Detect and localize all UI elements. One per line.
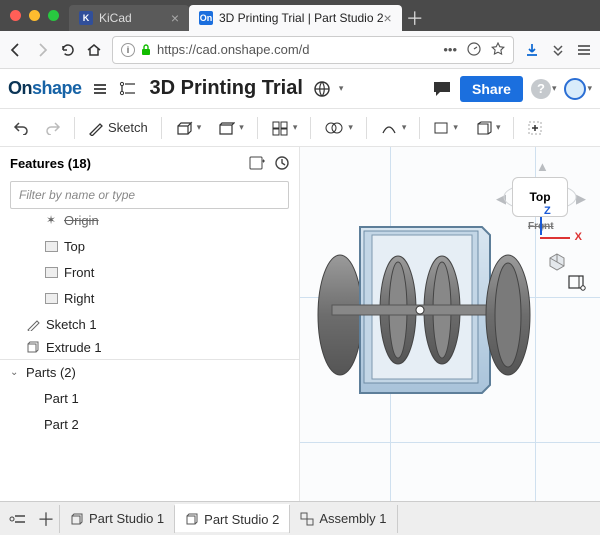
transform-button[interactable]: ▾ <box>375 117 412 139</box>
globe-icon[interactable] <box>313 80 331 98</box>
bookmark-star-icon[interactable] <box>491 42 505 57</box>
extrude-icon <box>26 340 40 354</box>
surface-button[interactable]: ▾ <box>469 117 506 139</box>
feature-toolbar: Sketch ▾ ▾ ▾ ▾ ▾ ▾ ▾ <box>0 109 600 147</box>
tab-assembly-1[interactable]: Assembly 1 <box>289 505 397 533</box>
reload-button[interactable] <box>60 42 76 58</box>
share-button[interactable]: Share <box>460 76 523 102</box>
tab-part-studio-1[interactable]: Part Studio 1 <box>59 505 175 533</box>
comments-icon[interactable] <box>432 79 452 99</box>
chevron-down-icon[interactable]: ⌄ <box>10 367 18 378</box>
tab-label: 3D Printing Trial | Part Studio 2 <box>219 11 384 25</box>
features-header: Features (18) <box>0 147 299 179</box>
lock-icon <box>141 44 151 56</box>
tab-close-icon[interactable]: × <box>384 10 392 26</box>
parts-header[interactable]: ⌄ Parts (2) <box>0 359 299 385</box>
home-button[interactable] <box>86 42 102 58</box>
fillet-button[interactable]: ▾ <box>266 117 303 139</box>
add-custom-button[interactable] <box>522 117 548 139</box>
tree-toggle-icon[interactable] <box>118 79 138 99</box>
section-view-icon[interactable] <box>568 275 586 291</box>
tab-part-studio-2[interactable]: Part Studio 2 <box>174 504 290 532</box>
view-cube-face[interactable]: Top <box>512 177 568 217</box>
tab-bar: ＋ Part Studio 1 Part Studio 2 Assembly 1 <box>0 501 600 535</box>
browser-toolbar: i https://cad.onshape.com/d ••• <box>0 31 600 69</box>
document-menu-icon[interactable] <box>90 79 110 99</box>
chevron-down-icon[interactable]: ▾ <box>339 83 344 94</box>
plane-icon <box>44 239 58 253</box>
tab-manager-icon[interactable] <box>4 505 32 533</box>
workspace: Features (18) Filter by name or type ✶ O… <box>0 147 600 501</box>
window-close-button[interactable] <box>10 10 21 21</box>
browser-tab-strip: K KiCad × On 3D Printing Trial | Part St… <box>0 0 600 31</box>
tree-item-part[interactable]: Part 2 <box>0 411 299 437</box>
view-cube[interactable]: ▲ ◀ ▶ ▼ Top Z Front X <box>492 159 588 279</box>
plane-icon <box>44 291 58 305</box>
add-tab-button[interactable]: ＋ <box>32 505 60 533</box>
extrude-button[interactable]: ▾ <box>170 117 207 139</box>
reader-icon[interactable] <box>467 42 481 57</box>
url-text: https://cad.onshape.com/d <box>157 42 309 57</box>
user-avatar[interactable] <box>564 78 586 100</box>
address-bar[interactable]: i https://cad.onshape.com/d ••• <box>112 36 514 64</box>
add-feature-icon[interactable] <box>249 156 265 170</box>
chevron-down-icon[interactable]: ▾ <box>587 83 592 94</box>
tree-item-sketch1[interactable]: Sketch 1 <box>0 311 299 337</box>
onshape-logo[interactable]: Onshape <box>8 78 82 99</box>
boolean-button[interactable]: ▾ <box>319 117 358 139</box>
site-info-icon[interactable]: i <box>121 43 135 57</box>
tree-item-front[interactable]: Front <box>0 259 299 285</box>
tree-item-right[interactable]: Right <box>0 285 299 311</box>
origin-icon: ✶ <box>44 215 58 227</box>
filter-input[interactable]: Filter by name or type <box>10 181 289 209</box>
tab-close-icon[interactable]: × <box>171 10 179 26</box>
window-minimize-button[interactable] <box>29 10 40 21</box>
sketch-icon <box>26 317 40 331</box>
new-tab-button[interactable]: ＋ <box>402 5 428 31</box>
tab-label: KiCad <box>99 11 132 25</box>
browser-tab-onshape[interactable]: On 3D Printing Trial | Part Studio 2 × <box>189 5 402 31</box>
plane-icon <box>44 265 58 279</box>
browser-tab-kicad[interactable]: K KiCad × <box>69 5 189 31</box>
redo-button[interactable] <box>40 118 66 138</box>
tree-item-part[interactable]: Part 1 <box>0 385 299 411</box>
page-actions-icon[interactable]: ••• <box>443 42 457 57</box>
undo-button[interactable] <box>8 118 34 138</box>
help-button[interactable]: ? <box>531 79 551 99</box>
plane-button[interactable]: ▾ <box>428 117 463 139</box>
feature-tree: ✶ Origin Top Front Right Sketch 1 Ext <box>0 215 299 501</box>
tree-item-extrude1[interactable]: Extrude 1 <box>0 337 299 357</box>
feature-tree-panel: Features (18) Filter by name or type ✶ O… <box>0 147 300 501</box>
rollback-icon[interactable] <box>275 156 289 170</box>
document-title[interactable]: 3D Printing Trial <box>150 77 303 100</box>
hamburger-menu-icon[interactable] <box>576 42 592 58</box>
chevron-down-icon[interactable]: ▾ <box>552 83 557 94</box>
tab-favicon-onshape: On <box>199 11 213 25</box>
graphics-canvas[interactable]: ▲ ◀ ▶ ▼ Top Z Front X <box>300 147 600 501</box>
tab-favicon-kicad: K <box>79 11 93 25</box>
revolve-button[interactable]: ▾ <box>212 117 249 139</box>
download-icon[interactable] <box>524 42 540 58</box>
axis-x-label: X <box>575 231 582 243</box>
window-zoom-button[interactable] <box>48 10 59 21</box>
tree-item-top[interactable]: Top <box>0 233 299 259</box>
overflow-chevron-icon[interactable] <box>550 42 566 58</box>
sketch-button[interactable]: Sketch <box>83 117 153 139</box>
back-button[interactable] <box>8 42 24 58</box>
iso-cube-icon[interactable] <box>548 253 566 271</box>
app-header: Onshape 3D Printing Trial ▾ Share ? ▾ ▾ <box>0 69 600 109</box>
tree-item-origin[interactable]: ✶ Origin <box>0 215 299 233</box>
window-controls <box>10 10 59 21</box>
forward-button[interactable] <box>34 42 50 58</box>
axis-z-label: Z <box>544 205 551 217</box>
